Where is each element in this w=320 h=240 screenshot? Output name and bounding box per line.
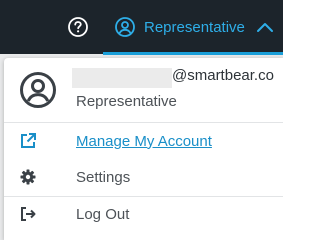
gear-icon (18, 167, 38, 187)
user-role: Representative (76, 93, 177, 110)
email-domain: @smartbear.co (172, 67, 274, 84)
top-navigation-bar: Representative (0, 0, 283, 55)
sign-out-icon (18, 204, 38, 224)
menu-item-label: Log Out (76, 205, 130, 223)
menu-item-label: Settings (76, 168, 131, 186)
menu-item-settings[interactable]: Settings (4, 162, 283, 192)
menu-item-label: Manage My Account (76, 132, 212, 150)
external-link-icon (18, 131, 38, 151)
chevron-up-icon (256, 23, 273, 32)
app-window: Representative @smartbear.co Representat… (0, 0, 283, 240)
user-menu-label: Representative (144, 18, 245, 36)
menu-item-manage-account[interactable]: Manage My Account (4, 126, 283, 156)
user-menu-button[interactable]: Representative (114, 12, 275, 42)
question-circle-icon (68, 17, 88, 37)
email-redacted (72, 68, 172, 88)
user-circle-icon (115, 17, 135, 37)
user-avatar-icon (20, 72, 56, 108)
active-indicator (103, 52, 283, 55)
divider (4, 196, 283, 197)
user-dropdown-menu: @smartbear.co Representative Manage My A… (4, 58, 283, 240)
help-button[interactable] (66, 15, 90, 39)
divider (4, 122, 283, 123)
profile-section: @smartbear.co Representative (4, 58, 283, 114)
menu-item-log-out[interactable]: Log Out (4, 199, 283, 229)
